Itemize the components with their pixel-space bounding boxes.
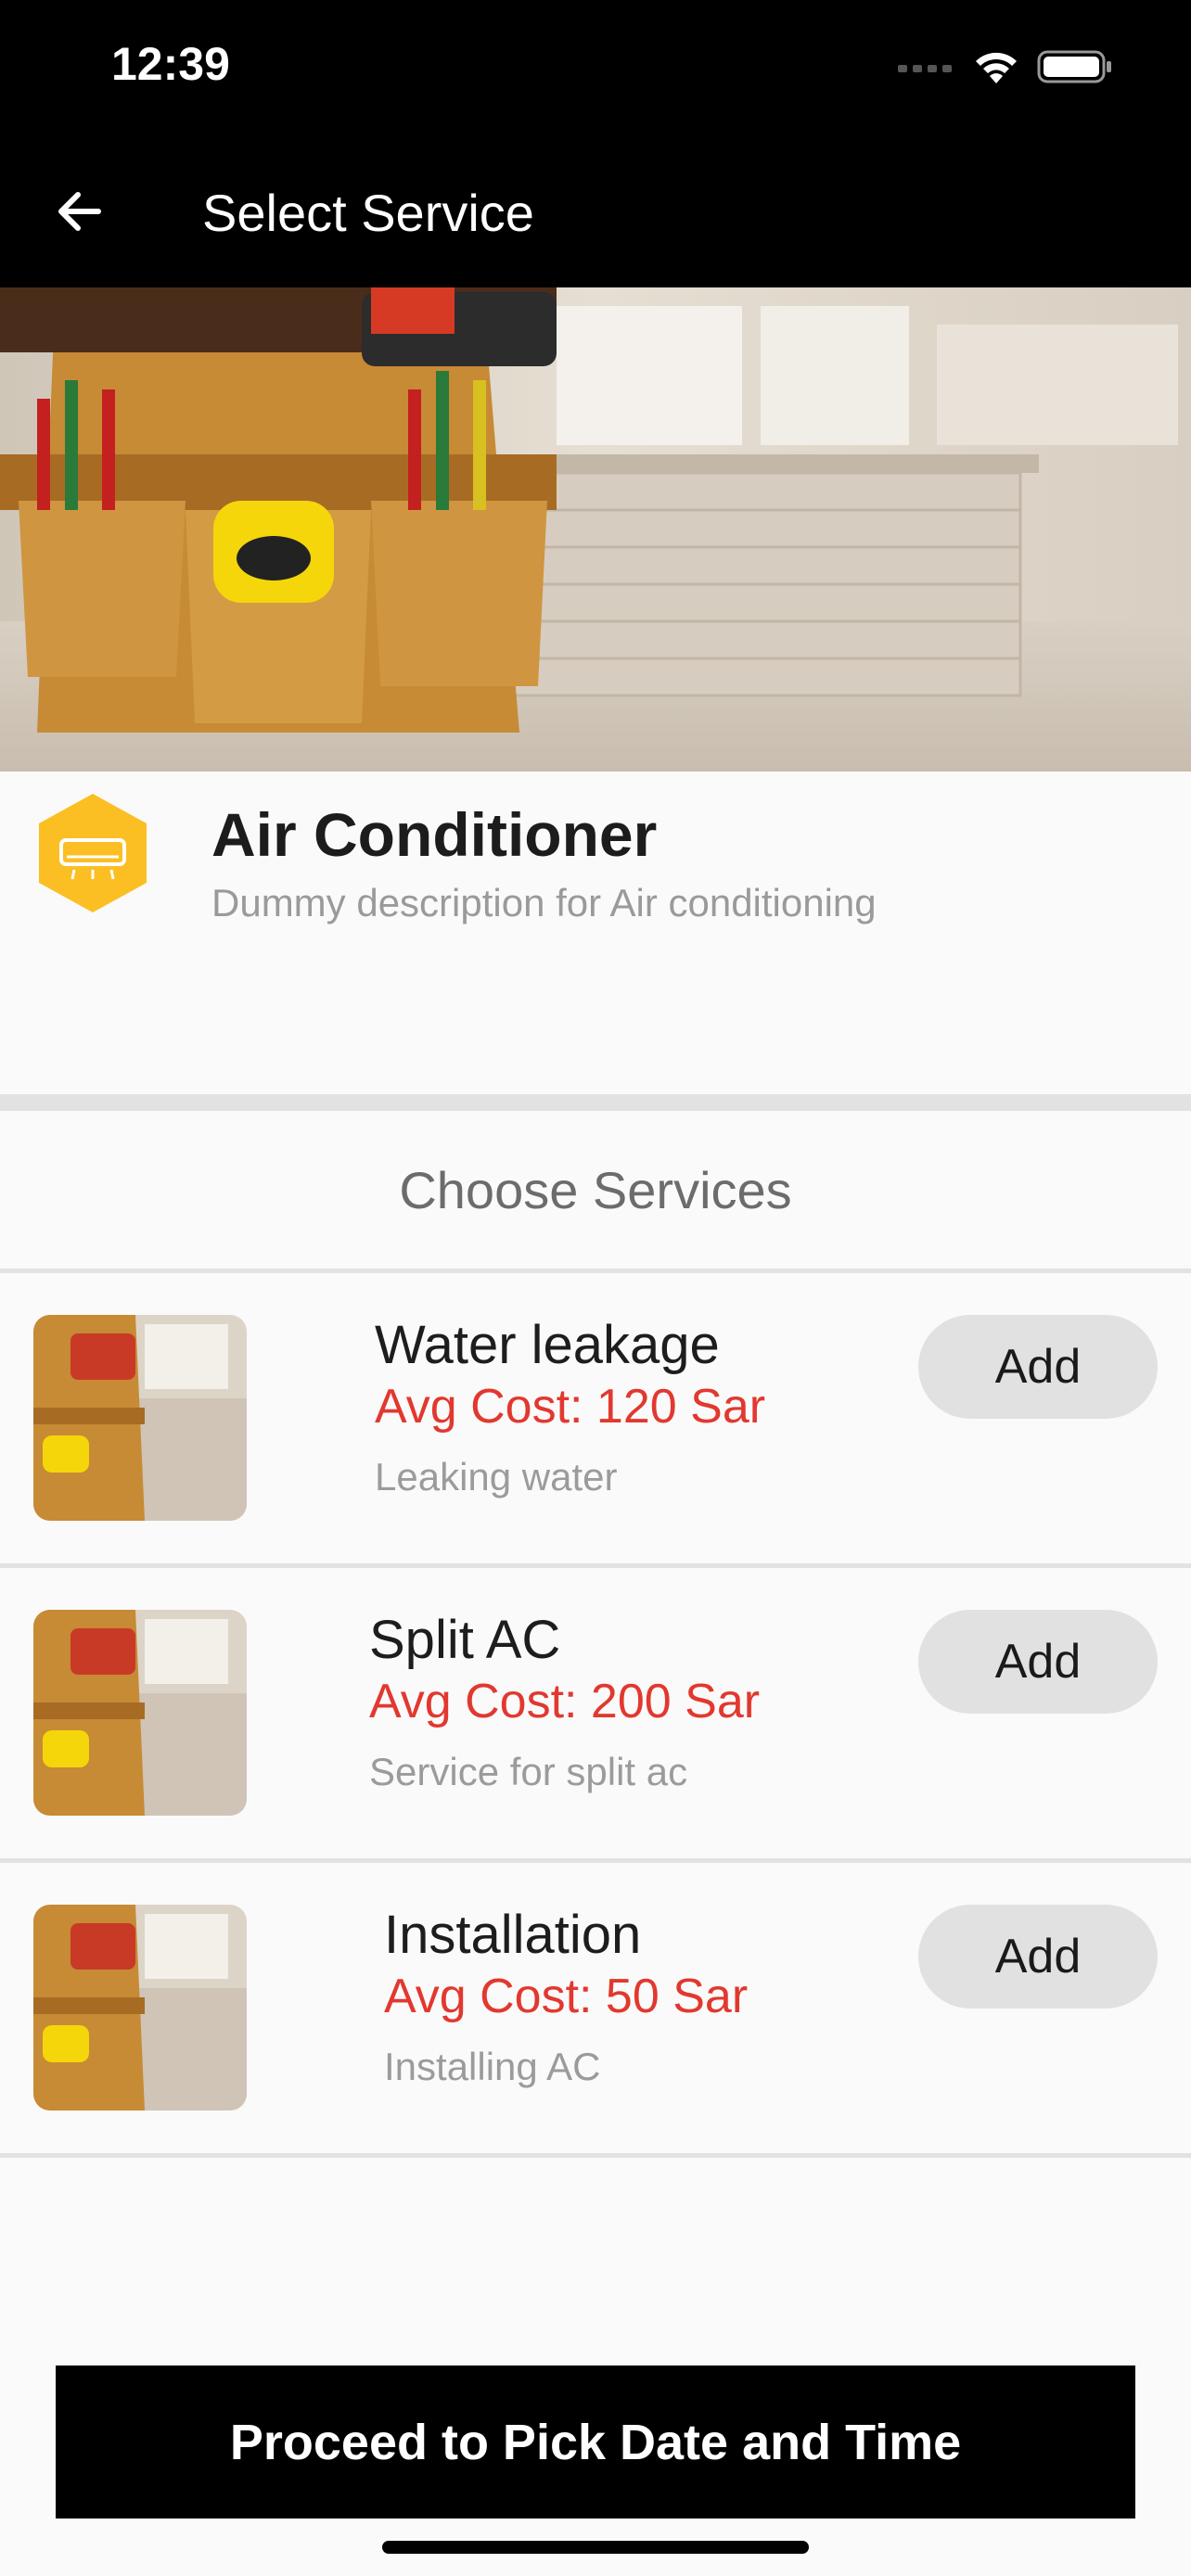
service-thumbnail	[33, 1905, 247, 2111]
service-row: Water leakage Avg Cost: 120 Sar Leaking …	[0, 1273, 1191, 1563]
service-thumbnail	[33, 1610, 247, 1816]
air-conditioner-icon	[35, 790, 150, 921]
service-thumbnail	[33, 1315, 247, 1521]
service-cost: Avg Cost: 200 Sar	[369, 1675, 761, 1728]
section-divider	[0, 1094, 1191, 1111]
section-title: Choose Services	[399, 1160, 792, 1219]
back-arrow-icon	[58, 192, 101, 231]
signal-icon	[898, 65, 952, 72]
battery-icon	[1037, 50, 1111, 83]
wifi-icon	[976, 52, 1017, 83]
proceed-button[interactable]: Proceed to Pick Date and Time	[56, 2366, 1135, 2519]
service-description: Leaking water	[375, 1455, 618, 1498]
page-title: Select Service	[202, 184, 534, 242]
status-icons	[898, 45, 1113, 89]
divider	[0, 2153, 1191, 2158]
category-banner-image	[0, 287, 1191, 772]
service-cost: Avg Cost: 120 Sar	[375, 1380, 766, 1434]
home-indicator[interactable]	[382, 2541, 809, 2554]
status-bar: 12:39	[0, 0, 1191, 139]
service-name: Split AC	[369, 1610, 561, 1670]
category-description: Dummy description for Air conditioning	[211, 881, 877, 925]
service-cost: Avg Cost: 50 Sar	[384, 1970, 749, 2023]
back-button[interactable]	[45, 178, 111, 245]
category-title: Air Conditioner	[211, 800, 658, 869]
status-time: 12:39	[111, 38, 230, 90]
service-name: Installation	[384, 1905, 642, 1965]
service-row: Split AC Avg Cost: 200 Sar Service for s…	[0, 1568, 1191, 1858]
add-button[interactable]: Add	[918, 1610, 1158, 1714]
service-row: Installation Avg Cost: 50 Sar Installing…	[0, 1863, 1191, 2153]
service-description: Service for split ac	[369, 1750, 688, 1793]
app-bar: Select Service	[0, 139, 1191, 287]
add-button[interactable]: Add	[918, 1315, 1158, 1419]
service-description: Installing AC	[384, 2045, 601, 2088]
service-name: Water leakage	[375, 1315, 720, 1375]
add-button[interactable]: Add	[918, 1905, 1158, 2009]
